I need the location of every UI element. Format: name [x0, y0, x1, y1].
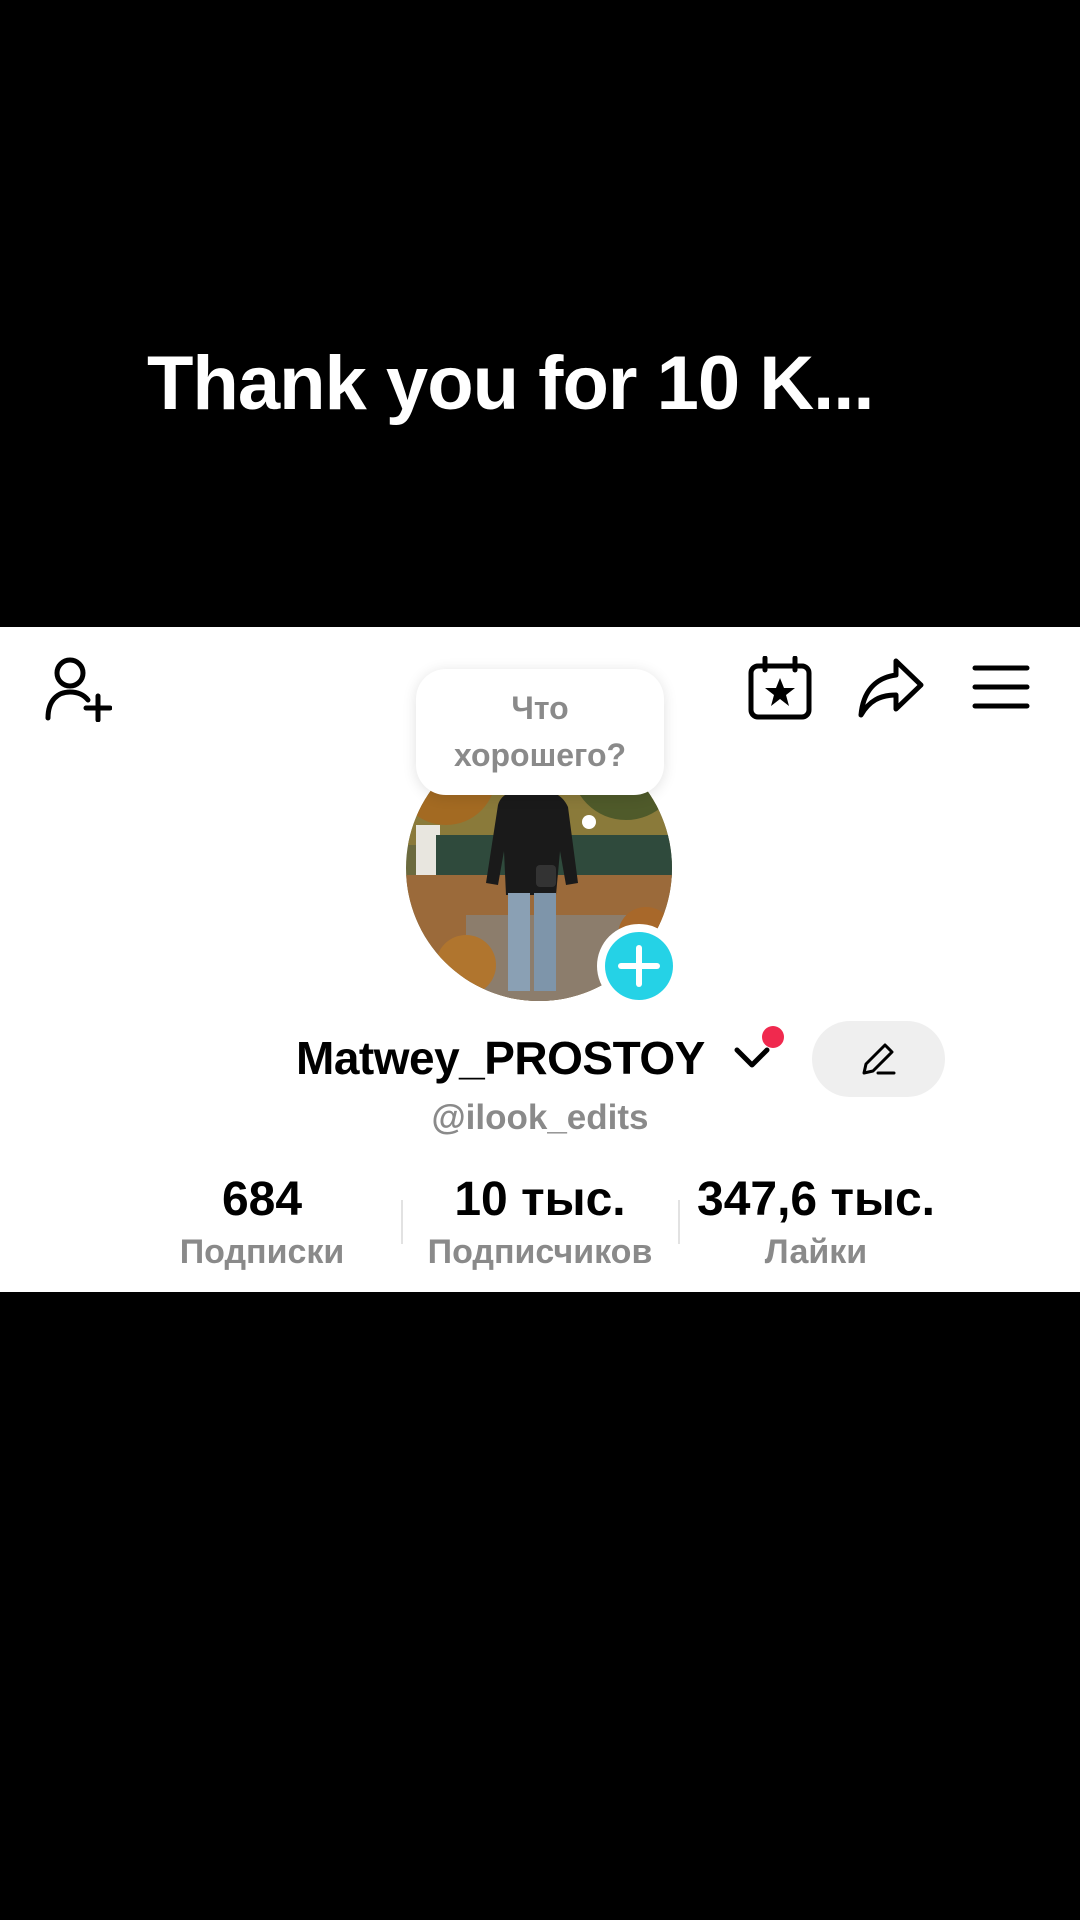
stat-label: Лайки [764, 1233, 868, 1271]
add-friend-icon[interactable] [44, 656, 112, 722]
video-frame: Thank you for 10 K... Что хорошего? Matw… [0, 0, 1080, 1920]
edit-profile-button[interactable] [812, 1021, 945, 1097]
username: Matwey_PROSTOY [296, 1032, 705, 1084]
menu-icon[interactable] [972, 663, 1030, 711]
stat-value: 347,6 тыс. [697, 1173, 935, 1226]
stat-followers[interactable]: 10 тыс. Подписчиков [402, 1172, 678, 1274]
plus-icon [605, 932, 673, 1000]
add-story-button[interactable] [597, 924, 681, 1008]
stat-likes[interactable]: 347,6 тыс. Лайки [678, 1172, 954, 1274]
notification-dot [762, 1026, 784, 1048]
stat-following[interactable]: 684 Подписки [124, 1172, 400, 1274]
stat-label: Подписки [179, 1233, 345, 1271]
video-caption: Thank you for 10 K... [147, 341, 874, 426]
stat-label: Подписчиков [427, 1233, 653, 1271]
stat-value: 10 тыс. [454, 1173, 626, 1226]
pencil-icon [862, 1043, 896, 1075]
share-icon[interactable] [858, 657, 924, 719]
stat-value: 684 [221, 1173, 303, 1226]
status-bubble[interactable]: Что хорошего? [416, 669, 664, 795]
status-bubble-text: Что хорошего? [453, 690, 627, 773]
chevron-down-icon[interactable] [733, 1044, 771, 1072]
user-handle: @ilook_edits [431, 1098, 649, 1137]
status-bubble-tail [582, 815, 596, 829]
calendar-star-icon[interactable] [748, 656, 812, 720]
